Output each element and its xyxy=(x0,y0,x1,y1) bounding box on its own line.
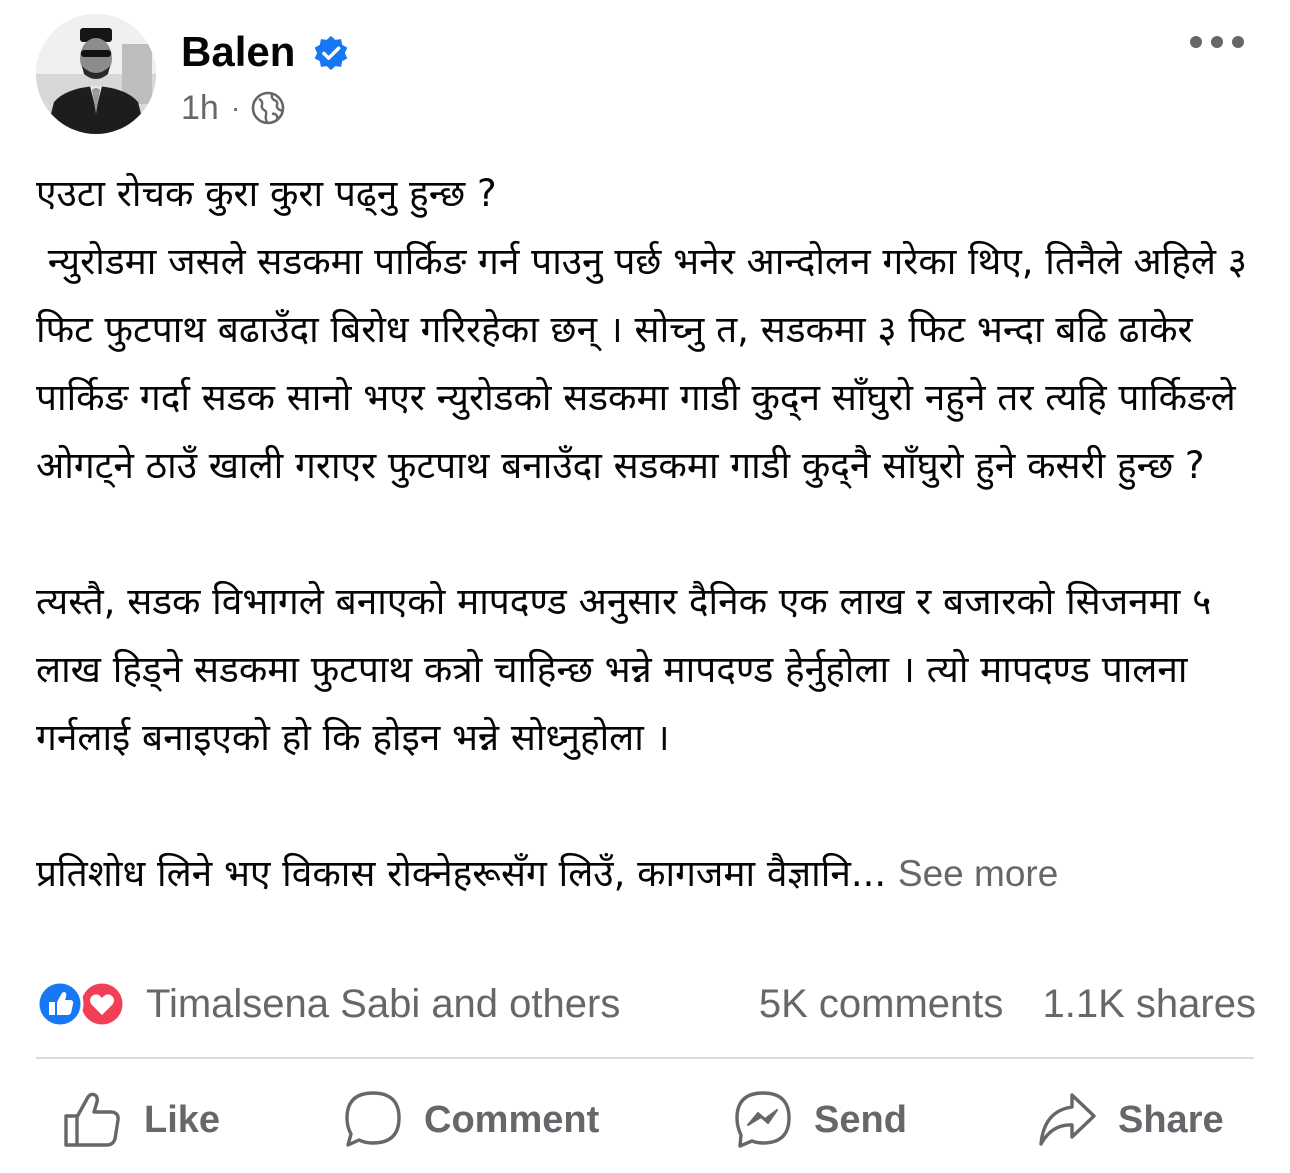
like-label: Like xyxy=(144,1098,221,1141)
author-avatar[interactable] xyxy=(36,14,156,134)
more-dot-icon xyxy=(1211,36,1223,48)
like-icon xyxy=(64,1092,120,1147)
author-name[interactable]: Balen xyxy=(181,28,295,76)
truncated-text: प्रतिशोध लिने भए विकास रोक्नेहरूसँग लिउँ… xyxy=(36,852,887,895)
meta-separator: · xyxy=(230,92,241,123)
more-options-button[interactable] xyxy=(1190,32,1244,52)
messenger-icon xyxy=(735,1091,791,1148)
comment-button[interactable]: Comment xyxy=(342,1080,599,1160)
comment-icon xyxy=(345,1091,401,1147)
like-button[interactable]: Like xyxy=(62,1080,220,1160)
reaction-icons[interactable] xyxy=(36,980,132,1028)
comment-label: Comment xyxy=(424,1098,600,1141)
post-paragraph: एउटा रोचक कुरा कुरा पढ्नु हुन्छ ? न्युरो… xyxy=(36,172,1247,487)
post-paragraph-truncated: प्रतिशोध लिने भए विकास रोक्नेहरूसँग लिउँ… xyxy=(36,840,1256,908)
engagement-counts: 5K comments 1.1K shares xyxy=(731,982,1256,1027)
post-body: एउटा रोचक कुरा कुरा पढ्नु हुन्छ ? न्युरो… xyxy=(36,160,1256,908)
like-reaction-icon xyxy=(36,980,84,1028)
comments-count[interactable]: 5K comments xyxy=(759,982,1004,1026)
more-dot-icon xyxy=(1232,36,1244,48)
reactors-text[interactable]: Timalsena Sabi and others xyxy=(146,982,620,1027)
reactions-bar: Timalsena Sabi and others 5K comments 1.… xyxy=(36,978,1256,1030)
avatar-photo-icon xyxy=(36,14,156,134)
post-meta: 1h · xyxy=(181,88,286,128)
share-icon xyxy=(1039,1093,1096,1146)
see-more-link[interactable]: See more xyxy=(898,853,1058,894)
facebook-post: Balen 1h · एउटा रोचक कुरा कुरा पढ्नु हुन… xyxy=(0,0,1290,1173)
verified-badge-icon xyxy=(314,35,348,71)
globe-icon xyxy=(251,91,285,125)
more-dot-icon xyxy=(1190,36,1202,48)
send-button[interactable]: Send xyxy=(732,1080,907,1160)
share-button[interactable]: Share xyxy=(1036,1080,1224,1160)
shares-count[interactable]: 1.1K shares xyxy=(1043,982,1256,1026)
divider xyxy=(36,1057,1254,1059)
post-paragraph: त्यस्तै, सडक विभागले बनाएको मापदण्ड अनुस… xyxy=(36,580,1224,759)
share-label: Share xyxy=(1118,1098,1224,1141)
love-reaction-icon xyxy=(78,980,126,1028)
action-bar: Like Comment Send Share xyxy=(36,1080,1256,1160)
send-label: Send xyxy=(814,1098,907,1141)
post-time[interactable]: 1h xyxy=(181,89,219,128)
post-header: Balen 1h · xyxy=(36,14,1256,134)
